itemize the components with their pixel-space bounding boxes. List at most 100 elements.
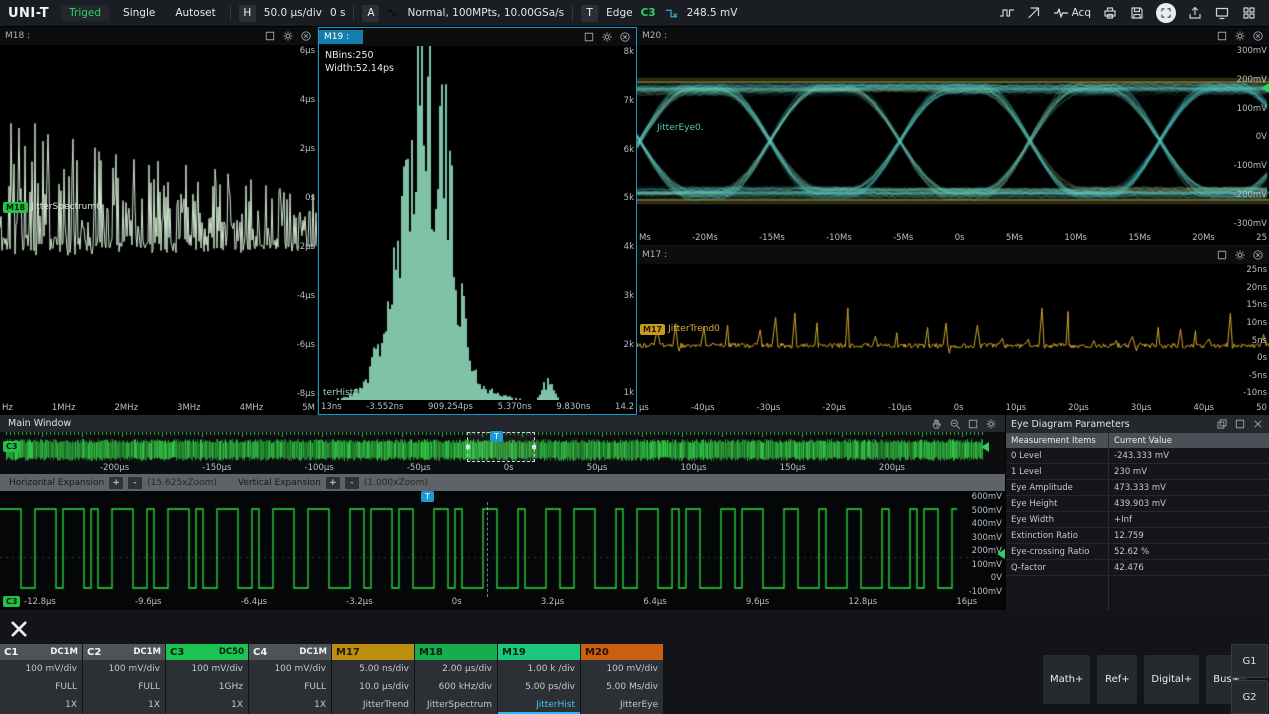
trigger-position-marker[interactable]: T xyxy=(490,431,503,442)
close-icon[interactable] xyxy=(300,30,312,42)
close-icon[interactable] xyxy=(1252,249,1264,261)
trend-plot-area[interactable]: M17 JitterTrend0 25ns20ns15ns10ns5ns0s-5… xyxy=(637,264,1269,400)
trigger-type-value[interactable]: Edge xyxy=(606,7,632,19)
eye-canvas[interactable] xyxy=(637,45,1269,230)
acquisition-info[interactable]: Normal, 100MPts, 10.00GSa/s xyxy=(407,7,564,19)
eye-param-row[interactable]: Eye Amplitude473.333 mV xyxy=(1006,480,1269,496)
channel-block-m19[interactable]: M191.00 k /div5.00 ps/divJitterHist xyxy=(498,644,580,714)
eye-param-row[interactable]: Eye Height439.903 mV xyxy=(1006,496,1269,512)
grid-layout-icon[interactable] xyxy=(1241,5,1257,21)
save-icon[interactable] xyxy=(1129,5,1145,21)
acquire-menu-button[interactable]: A xyxy=(362,5,379,22)
h-expand-increase-button[interactable]: + xyxy=(109,477,123,489)
eye-param-row[interactable]: Extinction Ratio12.759 xyxy=(1006,528,1269,544)
trigger-menu-button[interactable]: T xyxy=(581,5,598,22)
spectrum-canvas[interactable] xyxy=(0,45,317,401)
trigger-level-value[interactable]: 248.5 mV xyxy=(687,7,738,19)
x-axis-labels: 13ns-3.552ns909.254ps5.370ns9.830ns14.2 xyxy=(319,400,636,414)
waveform-icon[interactable] xyxy=(999,5,1015,21)
eye-param-row[interactable]: 1 Level230 mV xyxy=(1006,464,1269,480)
zoom-overview-strip[interactable]: C3 T xyxy=(0,432,1005,462)
horizontal-scale-value[interactable]: 50.0 μs/div xyxy=(264,7,322,19)
single-button[interactable]: Single xyxy=(117,5,161,21)
channel-c3-badge[interactable]: C3 xyxy=(3,596,20,607)
spectrum-plot-area[interactable]: M18 JitterSpectrum0 6μs4μs2μs0s-2μs-4μs-… xyxy=(0,45,317,401)
select-checkbox-icon[interactable] xyxy=(1216,249,1228,261)
channel-c3-badge[interactable]: C3 xyxy=(3,441,20,452)
g1-button[interactable]: G1 xyxy=(1231,644,1268,678)
settings-gear-icon[interactable] xyxy=(282,30,294,42)
measure-icon[interactable] xyxy=(1026,5,1042,21)
select-checkbox-icon[interactable] xyxy=(264,30,276,42)
histogram-canvas[interactable] xyxy=(319,46,636,400)
digital-add-button[interactable]: Digital+ xyxy=(1144,655,1199,704)
eye-param-row[interactable]: 0 Level-243.333 mV xyxy=(1006,448,1269,464)
trigger-level-marker[interactable] xyxy=(981,442,989,452)
horizontal-menu-button[interactable]: H xyxy=(239,5,256,22)
eye-param-row[interactable]: Q-factor42.476 xyxy=(1006,560,1269,576)
panel-title[interactable]: M19 : xyxy=(319,30,363,44)
eye-param-row[interactable]: Eye Width+Inf xyxy=(1006,512,1269,528)
display-icon[interactable] xyxy=(1214,5,1230,21)
channel-header[interactable]: M17 xyxy=(332,644,414,660)
channel-header[interactable]: C3DC50 xyxy=(166,644,248,660)
channel-header[interactable]: C4DC1M xyxy=(249,644,331,660)
acquire-quick-button[interactable]: Acq xyxy=(1053,5,1091,21)
ref-add-button[interactable]: Ref+ xyxy=(1097,655,1137,704)
histogram-plot-area[interactable]: NBins:250 Width:52.14ps terHist0 8k7k6k5… xyxy=(319,46,636,400)
copy-icon[interactable] xyxy=(1216,418,1228,430)
zoom-waveform-area[interactable]: T 600mV500mV400mV300mV200mV100mV0V-100mV… xyxy=(0,491,1005,610)
close-icon[interactable] xyxy=(1252,418,1264,430)
disconnect-icon[interactable] xyxy=(8,618,30,640)
trend-canvas[interactable] xyxy=(637,264,1269,400)
select-checkbox-icon[interactable] xyxy=(1216,30,1228,42)
settings-gear-icon[interactable] xyxy=(601,31,613,43)
eye-param-row[interactable]: Eye-crossing Ratio52.62 % xyxy=(1006,544,1269,560)
trigger-level-marker[interactable] xyxy=(997,549,1005,559)
channel-header[interactable]: M19 xyxy=(498,644,580,660)
select-checkbox-icon[interactable] xyxy=(583,31,595,43)
channel-block-c1[interactable]: C1DC1M100 mV/divFULL1X xyxy=(0,644,82,714)
window-icon[interactable] xyxy=(1234,418,1246,430)
channel-block-c2[interactable]: C2DC1M100 mV/divFULL1X xyxy=(83,644,165,714)
print-icon[interactable] xyxy=(1102,5,1118,21)
channel-header[interactable]: C2DC1M xyxy=(83,644,165,660)
expansion-toolbar: Horizontal Expansion + - (15.625xZoom) V… xyxy=(0,474,1005,491)
channel-block-c3[interactable]: C3DC50100 mV/div1GHz1X xyxy=(166,644,248,714)
trace-label: JitterEye0. xyxy=(657,123,704,133)
channel-header[interactable]: M20 xyxy=(581,644,663,660)
settings-gear-icon[interactable] xyxy=(1234,30,1246,42)
channel-block-m17[interactable]: M175.00 ns/div10.0 μs/divJitterTrend xyxy=(332,644,414,714)
window-icon[interactable] xyxy=(967,418,979,430)
zoom-waveform-canvas[interactable] xyxy=(0,491,1005,610)
math-add-button[interactable]: Math+ xyxy=(1043,655,1090,704)
close-icon[interactable] xyxy=(1252,30,1264,42)
close-icon[interactable] xyxy=(619,31,631,43)
trigger-slope-icon[interactable] xyxy=(664,6,679,21)
channel-block-m20[interactable]: M20100 mV/div5.00 Ms/divJitterEye xyxy=(581,644,663,714)
m17-badge[interactable]: M17 xyxy=(640,324,665,335)
horizontal-position-value[interactable]: 0 s xyxy=(330,7,346,19)
v-expand-decrease-button[interactable]: - xyxy=(345,477,359,489)
trigger-position-marker[interactable]: T xyxy=(421,491,434,502)
channel-header[interactable]: M18 xyxy=(415,644,497,660)
channel-block-m18[interactable]: M182.00 μs/div600 kHz/divJitterSpectrum xyxy=(415,644,497,714)
pan-hand-icon[interactable] xyxy=(931,418,943,430)
h-expand-decrease-button[interactable]: - xyxy=(128,477,142,489)
channel-coupling: DC50 xyxy=(219,647,244,657)
fullscreen-icon[interactable] xyxy=(1156,3,1176,23)
channel-block-c4[interactable]: C4DC1M100 mV/divFULL1X xyxy=(249,644,331,714)
g2-button[interactable]: G2 xyxy=(1231,680,1268,714)
channel-name: C4 xyxy=(253,647,267,658)
channel-header[interactable]: C1DC1M xyxy=(0,644,82,660)
export-icon[interactable] xyxy=(1187,5,1203,21)
trigger-level-marker[interactable] xyxy=(1261,83,1269,93)
trigger-source-value[interactable]: C3 xyxy=(641,7,656,19)
settings-gear-icon[interactable] xyxy=(1234,249,1246,261)
autoset-button[interactable]: Autoset xyxy=(169,5,221,21)
m18-badge[interactable]: M18 xyxy=(3,202,28,213)
v-expand-increase-button[interactable]: + xyxy=(326,477,340,489)
eye-plot-area[interactable]: JitterEye0. 300mV200mV100mV0V-100mV-200m… xyxy=(637,45,1269,230)
settings-gear-icon[interactable] xyxy=(985,418,997,430)
zoom-out-icon[interactable] xyxy=(949,418,961,430)
